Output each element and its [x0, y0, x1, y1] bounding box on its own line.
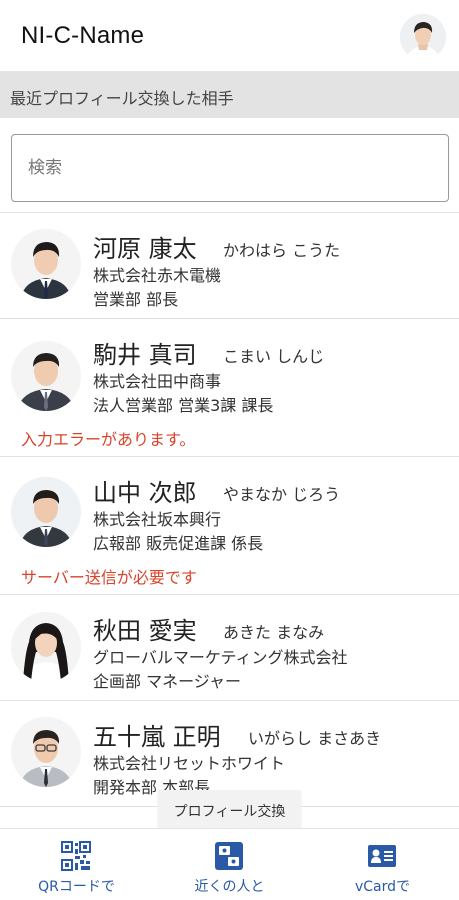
profile-exchange-tooltip: プロフィール交換	[158, 790, 301, 828]
search-box[interactable]	[11, 134, 449, 202]
contact-company: 株式会社坂本興行	[93, 510, 222, 529]
contact-avatar	[11, 341, 81, 411]
contact-kana: こまい しんじ	[223, 347, 325, 366]
contact-item[interactable]: 秋田 愛実 あきた まなみ グローバルマーケティング株式会社 企画部 マネージャ…	[0, 595, 459, 701]
contact-item[interactable]: 山中 次郎 やまなか じろう 株式会社坂本興行 広報部 販売促進課 係長 サーバ…	[0, 457, 459, 595]
contact-name: 駒井 真司	[93, 341, 197, 369]
contact-item[interactable]: 駒井 真司 こまい しんじ 株式会社田中商事 法人営業部 営業3課 課長 入力エ…	[0, 319, 459, 457]
contact-avatar	[11, 717, 81, 787]
contact-kana: いがらし まさあき	[248, 729, 382, 748]
contact-kana: あきた まなみ	[223, 623, 325, 642]
contact-department: 企画部 マネージャー	[93, 672, 241, 691]
contact-list: 河原 康太 かわはら こうた 株式会社赤木電機 営業部 部長 駒井 真司 こまい…	[0, 212, 459, 807]
nav-qr-code[interactable]: QRコードで	[0, 829, 153, 900]
server-send-required-message: サーバー送信が必要です	[21, 568, 197, 587]
app-bar: NI-C-Name	[0, 0, 459, 72]
nav-nearby-label: 近くの人と	[194, 879, 265, 895]
tooltip-label: プロフィール交換	[173, 804, 286, 820]
contact-name: 河原 康太	[93, 235, 197, 263]
nav-vcard[interactable]: vCardで	[306, 829, 459, 900]
contact-kana: やまなか じろう	[223, 485, 341, 504]
contact-department: 広報部 販売促進課 係長	[93, 534, 264, 553]
user-avatar[interactable]	[400, 14, 446, 60]
search-input[interactable]	[12, 135, 448, 201]
recent-exchange-header: 最近プロフィール交換した相手	[0, 72, 459, 118]
contact-kana: かわはら こうた	[223, 241, 341, 260]
app-title: NI-C-Name	[21, 22, 145, 49]
qr-code-icon	[61, 841, 91, 871]
nav-vcard-label: vCardで	[354, 879, 411, 895]
nav-qr-code-label: QRコードで	[38, 879, 115, 895]
nearby-exchange-icon	[215, 842, 243, 870]
input-error-message: 入力エラーがあります。	[21, 430, 196, 449]
contact-department: 法人営業部 営業3課 課長	[93, 396, 274, 415]
contact-company: 株式会社赤木電機	[93, 266, 222, 285]
bottom-navigation: QRコードで 近くの人と vCardで	[0, 828, 459, 900]
vcard-icon	[368, 845, 396, 867]
contact-avatar	[11, 229, 81, 299]
contact-name: 山中 次郎	[93, 479, 197, 507]
recent-exchange-label: 最近プロフィール交換した相手	[10, 89, 234, 108]
nav-nearby[interactable]: 近くの人と	[153, 829, 306, 900]
contact-company: 株式会社田中商事	[93, 372, 222, 391]
contact-company: グローバルマーケティング株式会社	[93, 648, 348, 667]
contact-avatar	[11, 477, 81, 547]
contact-company: 株式会社リセットホワイト	[93, 754, 286, 773]
contact-department: 営業部 部長	[93, 290, 179, 309]
contact-name: 五十嵐 正明	[93, 723, 221, 751]
contact-avatar	[11, 612, 81, 682]
contact-item[interactable]: 河原 康太 かわはら こうた 株式会社赤木電機 営業部 部長	[0, 213, 459, 319]
contact-name: 秋田 愛実	[93, 617, 197, 645]
